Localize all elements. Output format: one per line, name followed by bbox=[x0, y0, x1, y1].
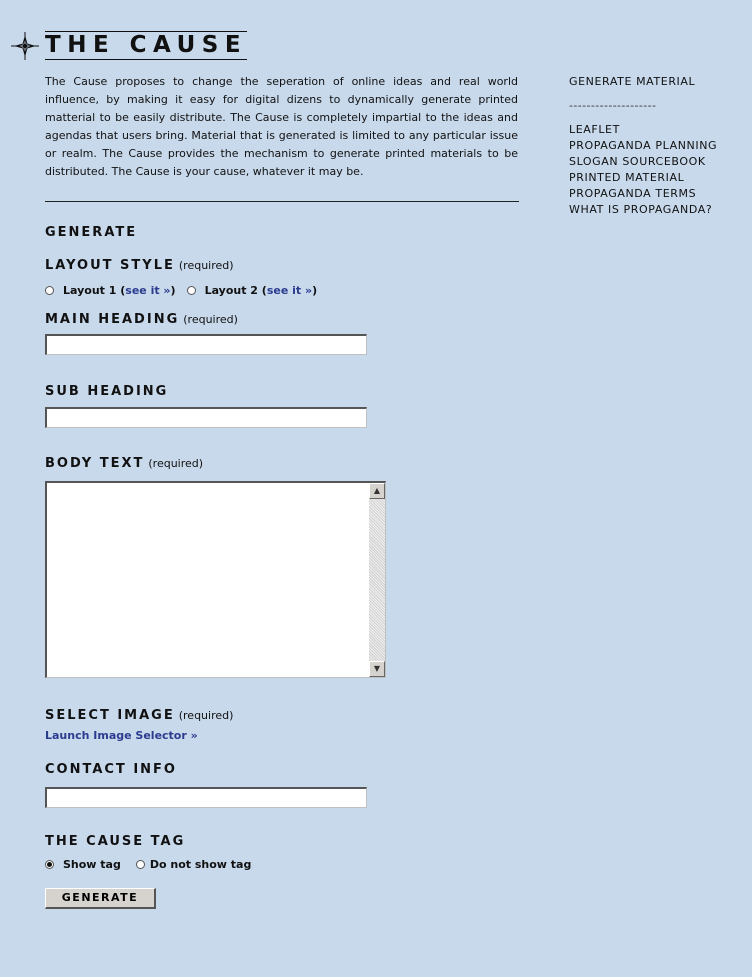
required-note: (required) bbox=[148, 457, 204, 470]
sidebar-item-slogan-sourcebook[interactable]: SLOGAN SOURCEBOOK bbox=[569, 154, 717, 170]
site-title: THE CAUSE bbox=[45, 31, 248, 60]
sub-heading-label: SUB HEADING bbox=[45, 384, 169, 399]
layout-style-text: LAYOUT STYLE bbox=[45, 258, 175, 273]
sidebar-item-printed-material[interactable]: PRINTED MATERIAL bbox=[569, 170, 717, 186]
sidebar-heading: GENERATE MATERIAL bbox=[569, 75, 696, 88]
intro-text: The Cause proposes to change the seperat… bbox=[45, 75, 518, 178]
sidebar-item-propaganda-planning[interactable]: PROPAGANDA PLANNING bbox=[569, 138, 717, 154]
layout-2-option[interactable]: Layout 2 (see it ») bbox=[186, 284, 317, 297]
required-note: (required) bbox=[178, 259, 234, 272]
body-text-scrollbar[interactable]: ▲ ▼ bbox=[369, 483, 385, 677]
sidebar-item-what-is-propaganda[interactable]: WHAT IS PROPAGANDA? bbox=[569, 202, 717, 218]
show-tag-label: Show tag bbox=[63, 858, 121, 871]
form-title: GENERATE bbox=[45, 225, 138, 240]
main-heading-input[interactable] bbox=[45, 334, 367, 355]
launch-image-selector-link[interactable]: Launch Image Selector » bbox=[45, 729, 198, 742]
cause-tag-label: THE CAUSE TAG bbox=[45, 834, 186, 849]
compass-star-icon bbox=[11, 31, 39, 60]
layout-1-preview-link[interactable]: see it » bbox=[125, 284, 170, 297]
main-heading-label: MAIN HEADING (required) bbox=[45, 312, 238, 327]
body-text-label: BODY TEXT (required) bbox=[45, 456, 203, 471]
required-note: (required) bbox=[178, 709, 234, 722]
generate-button[interactable]: GENERATE bbox=[45, 888, 156, 909]
scroll-down-icon[interactable]: ▼ bbox=[369, 661, 385, 677]
scroll-up-icon[interactable]: ▲ bbox=[369, 483, 385, 499]
sidebar-item-leaflet[interactable]: LEAFLET bbox=[569, 122, 717, 138]
layout-1-radio[interactable] bbox=[45, 286, 54, 295]
sidebar-item-propaganda-terms[interactable]: PROPAGANDA TERMS bbox=[569, 186, 717, 202]
body-text-text: BODY TEXT bbox=[45, 456, 145, 471]
site-logo: THE CAUSE bbox=[11, 31, 248, 60]
layout-style-label: LAYOUT STYLE (required) bbox=[45, 258, 234, 273]
layout-2-label: Layout 2 bbox=[204, 284, 258, 297]
hide-tag-option[interactable]: Do not show tag bbox=[135, 858, 252, 871]
body-text-area[interactable]: ▲ ▼ bbox=[45, 481, 386, 678]
hide-tag-radio[interactable] bbox=[135, 860, 145, 869]
layout-2-preview-link[interactable]: see it » bbox=[267, 284, 312, 297]
show-tag-option[interactable]: Show tag bbox=[45, 858, 121, 871]
sidebar-nav: GENERATE MATERIAL -------------------- L… bbox=[569, 74, 717, 218]
select-image-label: SELECT IMAGE (required) bbox=[45, 708, 233, 723]
select-image-text: SELECT IMAGE bbox=[45, 708, 175, 723]
sub-heading-input[interactable] bbox=[45, 407, 367, 428]
cause-tag-options: Show tag Do not show tag bbox=[45, 858, 262, 871]
sidebar-separator: -------------------- bbox=[569, 99, 657, 112]
required-note: (required) bbox=[183, 313, 238, 326]
show-tag-radio[interactable] bbox=[45, 860, 54, 869]
main-heading-text: MAIN HEADING bbox=[45, 312, 180, 327]
layout-2-radio[interactable] bbox=[186, 286, 196, 295]
contact-info-input[interactable] bbox=[45, 787, 367, 808]
divider bbox=[45, 201, 519, 202]
layout-style-options: Layout 1 (see it ») Layout 2 (see it ») bbox=[45, 284, 328, 297]
layout-1-label: Layout 1 bbox=[63, 284, 117, 297]
layout-1-option[interactable]: Layout 1 (see it ») bbox=[45, 284, 176, 297]
contact-info-label: CONTACT INFO bbox=[45, 762, 177, 777]
hide-tag-label: Do not show tag bbox=[149, 858, 252, 871]
